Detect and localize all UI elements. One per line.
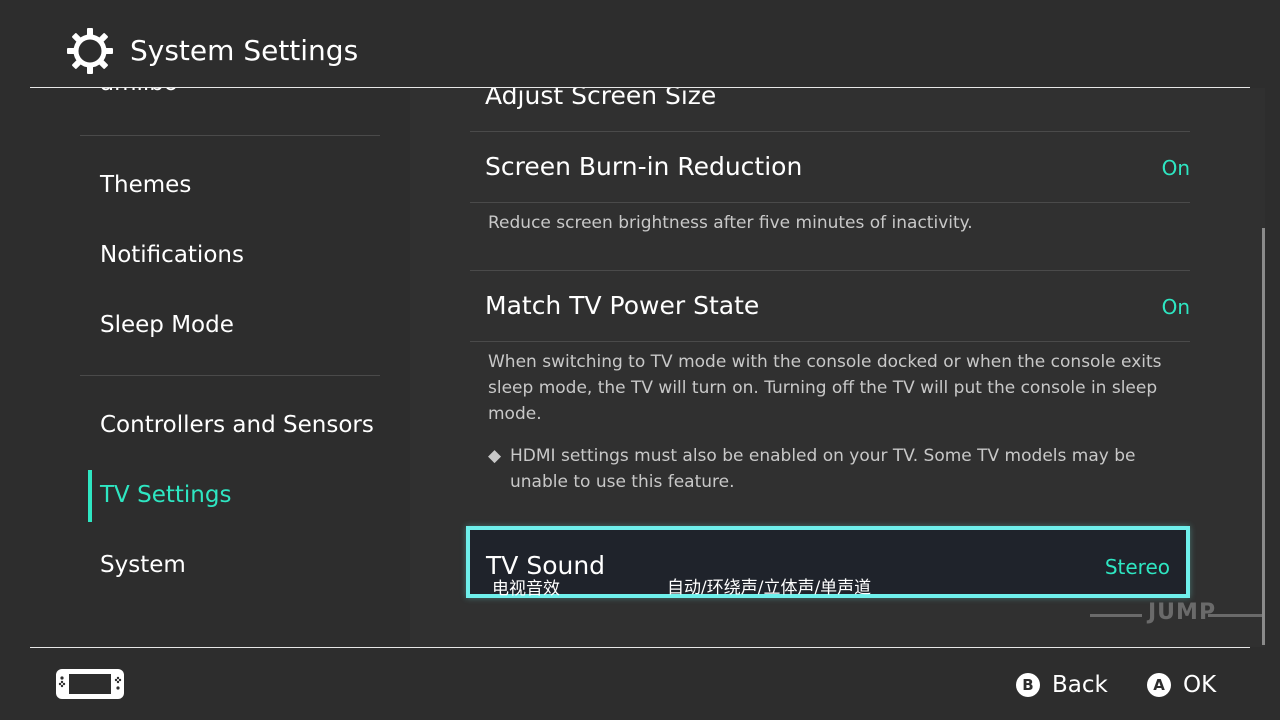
content-divider: [470, 341, 1190, 342]
screen-burn-in-reduction-value: On: [1161, 156, 1190, 180]
footer-divider: [30, 647, 1250, 648]
tv-sound-value: Stereo: [1104, 555, 1170, 579]
sidebar-item-sleep-mode[interactable]: Sleep Mode: [100, 310, 234, 340]
sidebar-item-amiibo[interactable]: amiibo: [100, 88, 178, 98]
content-divider: [470, 131, 1190, 132]
sidebar-item-themes[interactable]: Themes: [100, 170, 191, 200]
back-button[interactable]: B Back: [1016, 670, 1108, 700]
content-divider: [470, 270, 1190, 271]
watermark: JUMP: [1090, 600, 1262, 630]
sidebar-item-controllers-and-sensors[interactable]: Controllers and Sensors: [100, 410, 374, 440]
burn-in-description: Reduce screen brightness after five minu…: [488, 213, 973, 233]
tv-sound-row[interactable]: TV Sound Stereo 电视音效 自动/环绕声/立体声/单声道: [466, 526, 1190, 599]
sidebar-item-system[interactable]: System: [100, 550, 186, 580]
ok-label: OK: [1183, 672, 1217, 698]
scrollbar[interactable]: [1262, 228, 1265, 645]
b-button-icon: B: [1016, 673, 1040, 697]
match-tv-power-state-value: On: [1161, 295, 1190, 319]
watermark-text: JUMP: [1148, 600, 1217, 625]
back-label: Back: [1052, 672, 1108, 698]
sidebar-divider: [80, 375, 380, 376]
tv-sound-options-subtitle: 自动/环绕声/立体声/单声道: [667, 578, 872, 598]
sidebar-item-notifications[interactable]: Notifications: [100, 240, 244, 270]
content-divider: [470, 202, 1190, 203]
hdmi-note-text: HDMI settings must also be enabled on yo…: [510, 446, 1136, 492]
screen-burn-in-reduction-row[interactable]: Screen Burn-in Reduction: [485, 151, 802, 183]
settings-page: System Settings amiibo Themes Notificati…: [0, 0, 1280, 720]
match-tv-power-state-row[interactable]: Match TV Power State: [485, 290, 759, 322]
console-icon: [56, 669, 124, 699]
gear-icon: [67, 28, 113, 74]
watermark-line: [1090, 614, 1142, 617]
hdmi-note: ◆ HDMI settings must also be enabled on …: [488, 443, 1188, 495]
ok-button[interactable]: A OK: [1147, 670, 1216, 700]
sidebar-divider: [80, 135, 380, 136]
a-button-icon: A: [1147, 673, 1171, 697]
page-title: System Settings: [130, 34, 359, 67]
active-indicator: [88, 470, 92, 522]
adjust-screen-size-row[interactable]: Adjust Screen Size: [485, 88, 716, 112]
tv-sound-subtitle: 电视音效: [492, 579, 560, 599]
diamond-bullet-icon: ◆: [488, 446, 502, 466]
settings-content: Adjust Screen Size Screen Burn-in Reduct…: [410, 88, 1265, 647]
sidebar: amiibo Themes Notifications Sleep Mode C…: [0, 88, 410, 647]
sidebar-item-tv-settings[interactable]: TV Settings: [100, 480, 231, 510]
header: System Settings: [0, 0, 1280, 88]
watermark-line: [1208, 614, 1262, 617]
match-power-description: When switching to TV mode with the conso…: [488, 352, 1162, 424]
